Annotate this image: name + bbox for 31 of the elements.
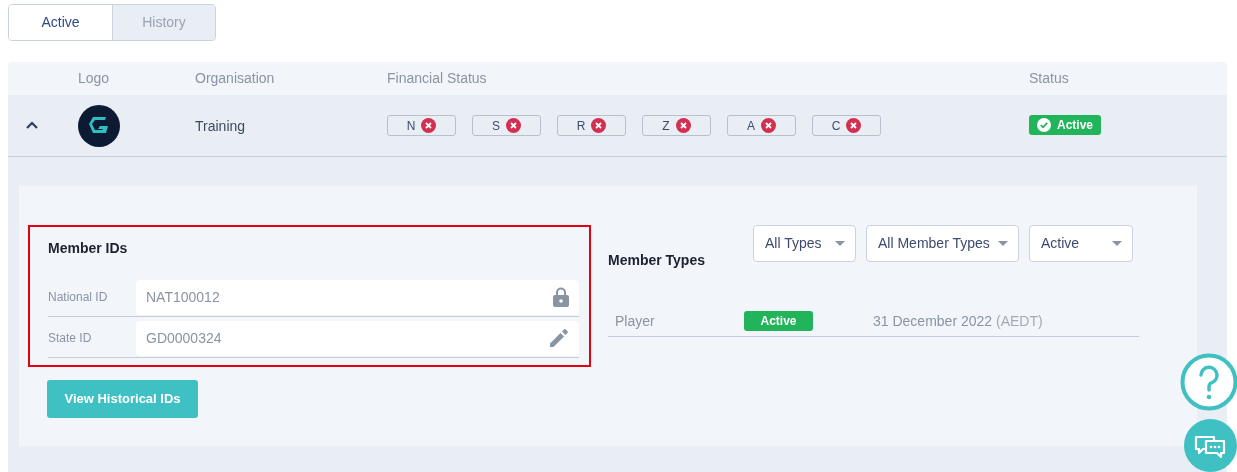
help-icon[interactable] (1180, 353, 1237, 411)
financial-badge: Z (642, 115, 711, 136)
filter-dropdown[interactable]: Active (1029, 225, 1133, 262)
lock-icon (553, 287, 569, 307)
column-header: Status (1029, 70, 1069, 86)
financial-badge: N (387, 115, 456, 136)
column-header: Financial Status (387, 70, 487, 86)
status-badge: Active (1029, 115, 1102, 135)
logo-icon (78, 104, 120, 147)
pencil-icon[interactable] (549, 328, 569, 348)
column-header: Logo (78, 70, 110, 86)
caret-icon (1112, 241, 1122, 246)
financial-badge: S (472, 115, 541, 136)
chat-icon[interactable] (1184, 419, 1237, 472)
field-label: State ID (48, 330, 93, 347)
caret-icon (835, 241, 845, 246)
expiry-date: 31 December 2022 (AEDT) (873, 311, 1043, 331)
caret-icon (998, 241, 1008, 246)
section-title: Member IDs (48, 239, 129, 258)
financial-badge: R (557, 115, 626, 136)
field-label: National ID (48, 289, 109, 306)
organisation-name: Training (195, 117, 246, 134)
check-icon (1037, 118, 1051, 132)
section-title: Member Types (608, 251, 706, 270)
column-header: Organisation (195, 70, 275, 86)
filter-dropdown[interactable]: All Member Types (866, 225, 1019, 262)
financial-badge: A (727, 115, 796, 136)
financial-badge: C (812, 115, 881, 136)
member-type: Player (614, 311, 656, 331)
filter-dropdown[interactable]: All Types (753, 225, 856, 262)
status-badge: Active (744, 311, 813, 331)
